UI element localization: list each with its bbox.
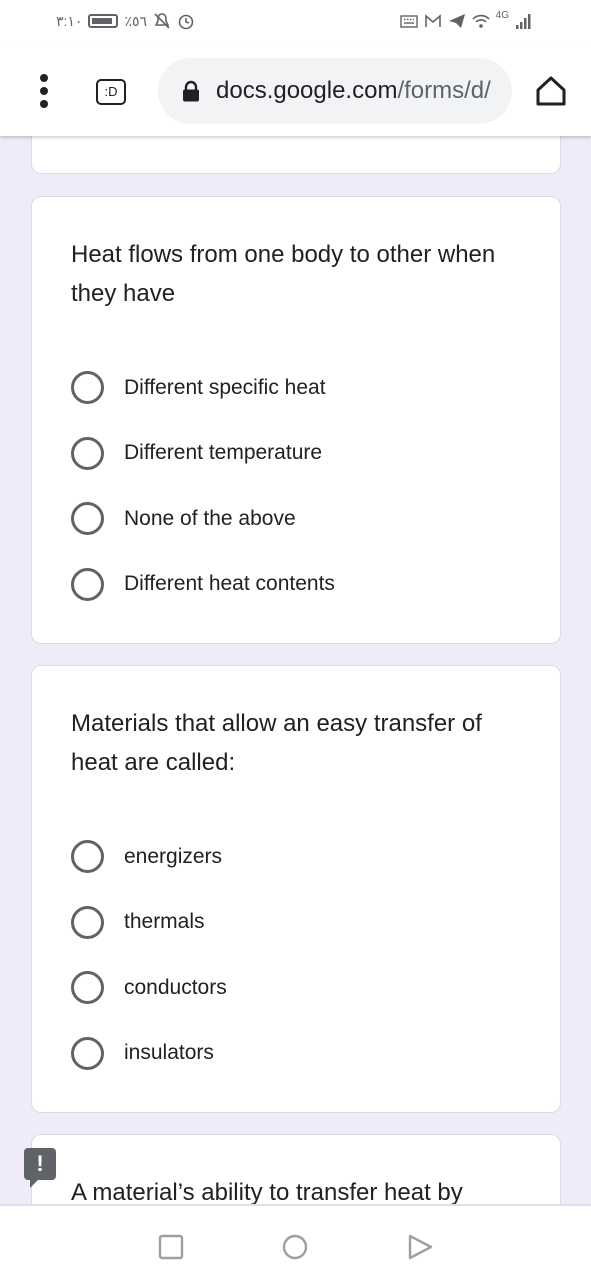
url-path: /forms/d/ bbox=[397, 77, 491, 104]
battery-percent: ٪٥٦ bbox=[124, 13, 148, 29]
home-icon[interactable] bbox=[534, 74, 568, 108]
wifi-icon bbox=[472, 14, 490, 28]
browser-toolbar: :D docs.google.com/forms/d/ bbox=[0, 44, 591, 136]
radio-option[interactable]: Different temperature bbox=[71, 421, 335, 487]
square-recents-icon[interactable] bbox=[158, 1234, 184, 1260]
battery-icon bbox=[88, 14, 119, 28]
radio-option[interactable]: Different specific heat bbox=[71, 355, 335, 421]
radio-button[interactable] bbox=[71, 905, 104, 939]
radio-option[interactable]: conductors bbox=[71, 955, 227, 1021]
option-label[interactable]: None of the above bbox=[124, 507, 296, 531]
feedback-button[interactable]: ! bbox=[24, 1148, 56, 1188]
radio-option[interactable]: thermals bbox=[71, 890, 227, 956]
option-label[interactable]: Different temperature bbox=[124, 441, 322, 465]
radio-option[interactable]: energizers bbox=[71, 824, 227, 890]
question-title: Heat flows from one body to other when t… bbox=[71, 241, 496, 307]
tab-switcher-button[interactable]: :D bbox=[96, 79, 126, 105]
status-bar: ٣:١٠ ٪٥٦ 4G bbox=[0, 0, 591, 44]
status-right: 4G bbox=[399, 10, 533, 31]
radio-button[interactable] bbox=[71, 502, 104, 536]
alarm-icon bbox=[178, 14, 194, 30]
triangle-back-icon[interactable] bbox=[407, 1234, 433, 1260]
radio-button[interactable] bbox=[71, 567, 104, 601]
radio-option[interactable]: insulators bbox=[71, 1021, 227, 1087]
radio-button[interactable] bbox=[71, 1036, 104, 1070]
question-title: A material’s ability to transfer heat by bbox=[71, 1179, 463, 1204]
form-content: Heat flows from one body to other when t… bbox=[0, 136, 591, 1204]
radio-button[interactable] bbox=[71, 840, 104, 874]
mute-bell-icon bbox=[154, 13, 170, 29]
keyboard-icon bbox=[399, 15, 418, 28]
telegram-icon bbox=[448, 14, 465, 28]
question-title: Materials that allow an easy transfer of… bbox=[71, 710, 482, 776]
circle-home-icon[interactable] bbox=[282, 1234, 308, 1260]
url-domain: docs.google.com bbox=[216, 77, 398, 104]
radio-button[interactable] bbox=[71, 436, 104, 470]
more-vertical-icon[interactable] bbox=[34, 74, 54, 108]
radio-button[interactable] bbox=[71, 971, 104, 1005]
option-label[interactable]: insulators bbox=[124, 1041, 214, 1065]
radio-button[interactable] bbox=[71, 371, 104, 405]
lock-icon[interactable] bbox=[182, 80, 200, 102]
options-list: Different specific heat Different temper… bbox=[71, 355, 335, 617]
option-label[interactable]: conductors bbox=[124, 976, 227, 1000]
option-label[interactable]: Different specific heat bbox=[124, 376, 326, 400]
options-list: energizers thermals conductors insulator… bbox=[71, 824, 227, 1086]
system-navigation-bar bbox=[0, 1204, 591, 1280]
option-label[interactable]: energizers bbox=[124, 845, 222, 869]
question-card: A material’s ability to transfer heat by bbox=[31, 1134, 561, 1204]
previous-question-card bbox=[31, 136, 561, 174]
option-label[interactable]: thermals bbox=[124, 910, 205, 934]
signal-icon bbox=[516, 14, 531, 29]
status-left: ٣:١٠ ٪٥٦ bbox=[56, 11, 195, 31]
status-time: ٣:١٠ bbox=[56, 13, 83, 29]
network-type: 4G bbox=[495, 10, 509, 21]
question-card: Heat flows from one body to other when t… bbox=[31, 196, 561, 644]
url-text[interactable]: docs.google.com/forms/d/ bbox=[216, 77, 491, 105]
option-label[interactable]: Different heat contents bbox=[124, 572, 335, 596]
question-card: Materials that allow an easy transfer of… bbox=[31, 665, 561, 1113]
gmail-icon bbox=[424, 14, 441, 27]
radio-option[interactable]: Different heat contents bbox=[71, 552, 335, 618]
address-bar[interactable]: docs.google.com/forms/d/ bbox=[158, 58, 512, 124]
radio-option[interactable]: None of the above bbox=[71, 486, 335, 552]
